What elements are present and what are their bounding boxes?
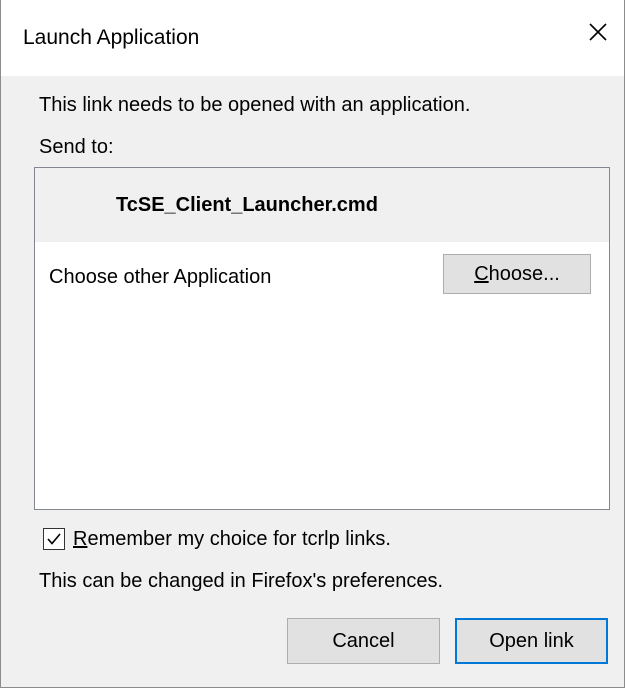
close-icon (589, 23, 607, 41)
remember-choice-text: emember my choice for tcrlp links. (87, 528, 391, 550)
remember-choice-checkbox[interactable] (43, 528, 65, 550)
application-list-item[interactable]: TcSE_Client_Launcher.cmd (35, 168, 609, 242)
open-link-button[interactable]: Open link (455, 618, 608, 664)
dialog-body: This link needs to be opened with an app… (1, 76, 624, 688)
dialog-message: This link needs to be opened with an app… (39, 94, 471, 116)
preferences-note: This can be changed in Firefox's prefere… (39, 570, 444, 592)
choose-button-mnemonic: C (474, 263, 489, 285)
choose-button[interactable]: Choose... (443, 254, 591, 294)
dialog-title: Launch Application (23, 26, 200, 49)
checkmark-icon (47, 533, 61, 545)
title-bar: Launch Application (1, 0, 624, 76)
launch-application-dialog: Launch Application This link needs to be… (0, 0, 625, 688)
choose-button-label: hoose... (488, 263, 560, 285)
choose-other-application-label: Choose other Application (49, 266, 272, 288)
remember-choice-mnemonic: R (73, 528, 88, 550)
send-to-label: Send to: (39, 136, 114, 158)
remember-choice-label: Remember my choice for tcrlp links. (73, 526, 391, 552)
close-button[interactable] (580, 14, 616, 50)
application-name: TcSE_Client_Launcher.cmd (116, 194, 378, 216)
application-list[interactable]: TcSE_Client_Launcher.cmd Choose other Ap… (34, 167, 610, 510)
cancel-button[interactable]: Cancel (287, 618, 440, 664)
choose-other-application-row: Choose other Application Choose... (35, 242, 609, 312)
